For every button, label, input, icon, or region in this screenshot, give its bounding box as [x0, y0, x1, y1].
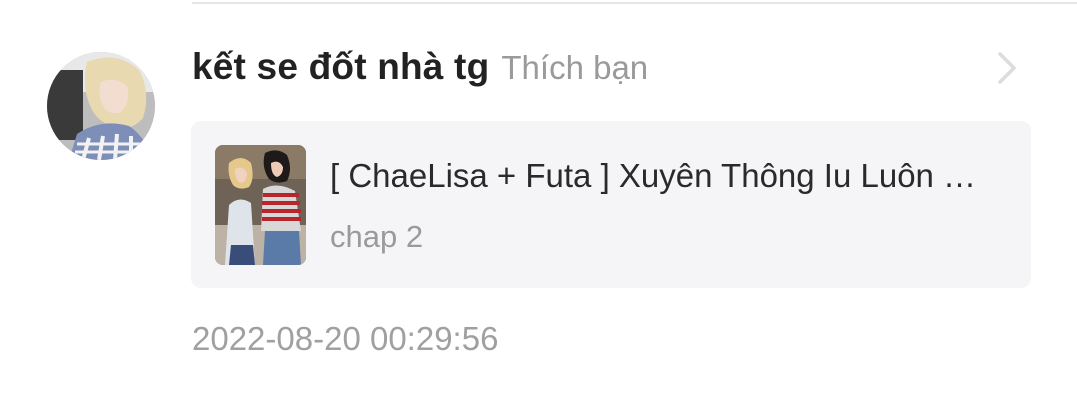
chevron-right-icon[interactable]: [994, 50, 1024, 86]
divider: [192, 2, 1077, 4]
avatar[interactable]: [47, 52, 155, 160]
action-text: Thích bạn: [501, 49, 649, 86]
notification-item[interactable]: kết se đốt nhà tg Thích bạn [ChaeLisa +…: [0, 0, 1077, 409]
story-cover: [215, 145, 306, 265]
username[interactable]: kết se đốt nhà tg: [192, 46, 489, 88]
notification-header: kết se đốt nhà tg Thích bạn: [192, 46, 648, 98]
story-title[interactable]: [ ChaeLisa + Futa ] Xuyên Thông Iu Luôn …: [330, 157, 1010, 195]
story-card[interactable]: [ ChaeLisa + Futa ] Xuyên Thông Iu Luôn …: [191, 121, 1031, 288]
story-cover-image: [215, 145, 306, 265]
timestamp: 2022-08-20 00:29:56: [192, 320, 499, 357]
chapter-label: chap 2: [330, 219, 424, 254]
avatar-image: [47, 52, 155, 160]
